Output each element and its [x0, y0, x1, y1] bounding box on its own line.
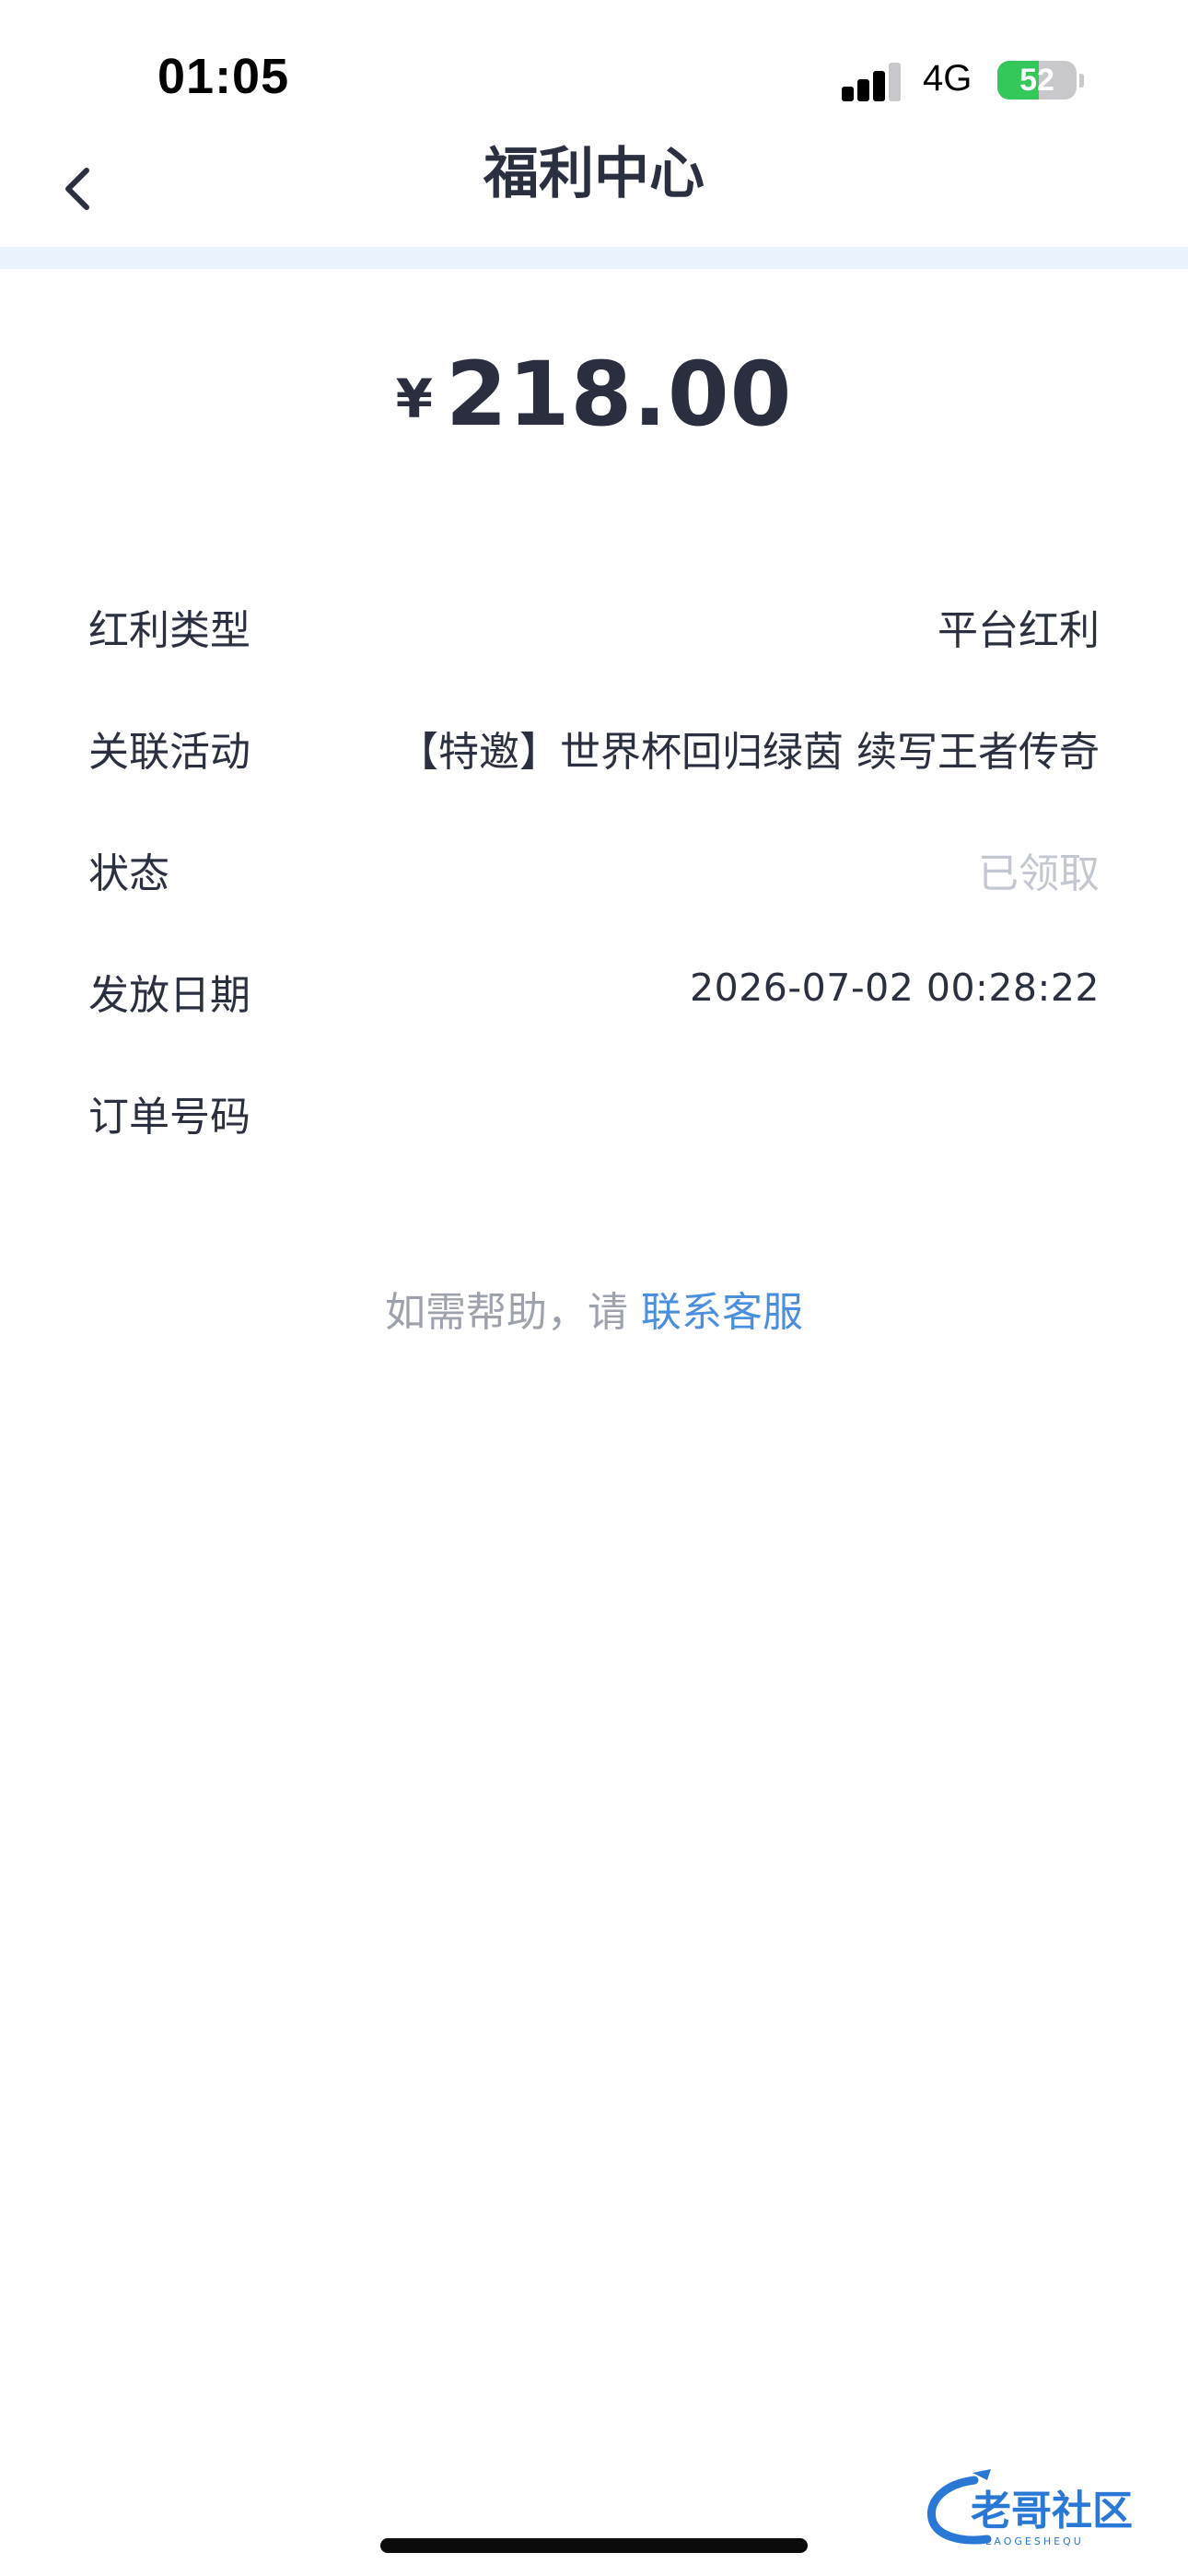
cellular-signal-icon [842, 61, 903, 101]
detail-value: 【特邀】世界杯回归绿茵 续写王者传奇 [398, 729, 1100, 776]
amount-value: 218.00 [445, 343, 793, 446]
help-line: 如需帮助，请 联系客服 [0, 1279, 1188, 1338]
header-divider [0, 247, 1188, 269]
detail-row-bonus-type: 红利类型 平台红利 [88, 590, 1100, 711]
battery-percent: 52 [1019, 63, 1054, 98]
currency-symbol: ¥ [395, 368, 433, 430]
status-bar: 01:05 4G 52 [0, 0, 1188, 147]
back-button[interactable] [41, 147, 114, 230]
detail-row-order-number: 订单号码 [88, 1076, 1100, 1198]
detail-row-status: 状态 已领取 [88, 833, 1100, 954]
detail-row-issue-date: 发放日期 2026-07-02 00:28:22 [88, 954, 1100, 1076]
battery-icon: 52 [997, 61, 1077, 100]
detail-label: 红利类型 [88, 607, 250, 654]
screen: 01:05 4G 52 福利中心 ¥218.00 红利类型 平台红利 关联活动 … [0, 0, 1188, 2576]
status-time: 01:05 [157, 49, 290, 104]
battery-cap [1079, 74, 1084, 88]
chevron-left-icon [65, 168, 89, 210]
home-indicator[interactable] [380, 2538, 808, 2553]
status-value: 已领取 [978, 850, 1100, 897]
contact-support-link[interactable]: 联系客服 [641, 1289, 803, 1336]
detail-label: 状态 [88, 850, 169, 897]
network-type: 4G [923, 58, 973, 99]
watermark-logo: 老哥社区 LAOGESHEQU [917, 2460, 1184, 2552]
detail-value: 2026-07-02 00:28:22 [690, 966, 1100, 1010]
svg-text:老哥社区: 老哥社区 [971, 2488, 1133, 2535]
detail-row-related-activity: 关联活动 【特邀】世界杯回归绿茵 续写王者传奇 [88, 711, 1100, 833]
help-prefix: 如需帮助，请 [385, 1289, 628, 1336]
svg-text:LAOGESHEQU: LAOGESHEQU [985, 2535, 1084, 2547]
detail-label: 关联活动 [88, 729, 250, 776]
detail-label: 订单号码 [88, 1094, 250, 1141]
bonus-amount: ¥218.00 [0, 343, 1188, 446]
bonus-details: 红利类型 平台红利 关联活动 【特邀】世界杯回归绿茵 续写王者传奇 状态 已领取… [88, 590, 1100, 1198]
page-title: 福利中心 [483, 142, 705, 206]
nav-bar: 福利中心 [0, 129, 1188, 249]
detail-label: 发放日期 [88, 972, 250, 1019]
detail-value: 平台红利 [938, 607, 1100, 654]
